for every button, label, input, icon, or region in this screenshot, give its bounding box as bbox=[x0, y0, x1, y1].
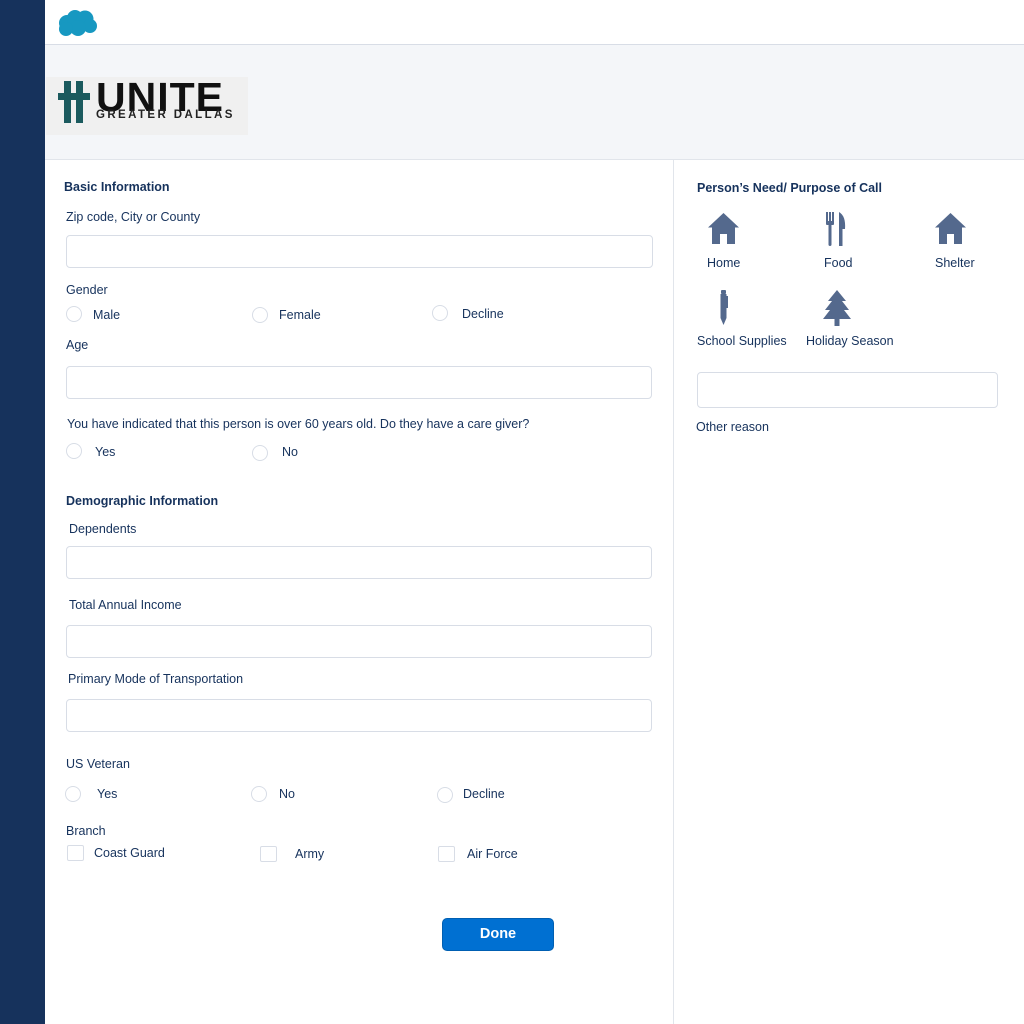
tree-icon[interactable] bbox=[822, 290, 852, 327]
branch-air-force-label: Air Force bbox=[467, 847, 518, 861]
top-bar bbox=[45, 0, 1024, 45]
veteran-decline-label: Decline bbox=[463, 787, 505, 801]
caregiver-question: You have indicated that this person is o… bbox=[67, 417, 530, 431]
gender-female-label: Female bbox=[279, 308, 321, 322]
branch-army-label: Army bbox=[295, 847, 325, 861]
salesforce-cloud-logo[interactable] bbox=[56, 9, 98, 39]
income-input[interactable] bbox=[66, 625, 652, 658]
branch-air-force-checkbox[interactable] bbox=[438, 846, 455, 862]
caregiver-no-radio[interactable] bbox=[252, 445, 268, 461]
fork-knife-icon[interactable] bbox=[825, 211, 847, 247]
brand-logo: UNITE GREATER DALLAS bbox=[46, 75, 248, 135]
branch-coast-guard-checkbox[interactable] bbox=[67, 845, 84, 861]
dependents-label: Dependents bbox=[69, 522, 137, 536]
dependents-input[interactable] bbox=[66, 546, 652, 579]
brand-subtitle: GREATER DALLAS bbox=[96, 109, 235, 121]
transportation-input[interactable] bbox=[66, 699, 652, 732]
need-home-label[interactable]: Home bbox=[707, 256, 740, 270]
caregiver-yes-radio[interactable] bbox=[66, 443, 82, 459]
need-food-label[interactable]: Food bbox=[824, 256, 853, 270]
gender-decline-label: Decline bbox=[462, 307, 504, 321]
cross-mark-icon bbox=[58, 81, 90, 123]
gender-female-radio[interactable] bbox=[252, 307, 268, 323]
age-label: Age bbox=[66, 338, 89, 352]
caregiver-yes-label: Yes bbox=[95, 445, 116, 459]
age-input[interactable] bbox=[66, 366, 652, 399]
done-button[interactable]: Done bbox=[442, 918, 554, 951]
gender-male-label: Male bbox=[93, 308, 121, 322]
gender-male-radio[interactable] bbox=[66, 306, 82, 322]
veteran-no-label: No bbox=[279, 787, 295, 801]
home-icon[interactable] bbox=[707, 212, 740, 245]
need-shelter-label[interactable]: Shelter bbox=[935, 256, 975, 270]
branch-army-checkbox[interactable] bbox=[260, 846, 277, 862]
home-icon[interactable] bbox=[934, 212, 967, 245]
gender-decline-radio[interactable] bbox=[432, 305, 448, 321]
pen-icon[interactable] bbox=[718, 290, 730, 326]
veteran-no-radio[interactable] bbox=[251, 786, 267, 802]
veteran-yes-label: Yes bbox=[97, 787, 118, 801]
basic-info-title: Basic Information bbox=[64, 180, 170, 194]
app-side-rail bbox=[0, 0, 45, 1024]
income-label: Total Annual Income bbox=[69, 598, 182, 612]
demographic-info-title: Demographic Information bbox=[66, 494, 219, 508]
other-reason-label: Other reason bbox=[696, 420, 769, 434]
need-school-supplies-label[interactable]: School Supplies bbox=[697, 334, 787, 348]
need-holiday-season-label[interactable]: Holiday Season bbox=[806, 334, 894, 348]
branch-label: Branch bbox=[66, 824, 106, 838]
veteran-yes-radio[interactable] bbox=[65, 786, 81, 802]
zip-label: Zip code, City or County bbox=[66, 210, 201, 224]
header-banner: UNITE GREATER DALLAS bbox=[45, 45, 1024, 160]
gender-label: Gender bbox=[66, 283, 108, 297]
veteran-label: US Veteran bbox=[66, 757, 130, 771]
needs-title: Person’s Need/ Purpose of Call bbox=[697, 181, 883, 195]
caregiver-no-label: No bbox=[282, 445, 298, 459]
branch-coast-guard-label: Coast Guard bbox=[94, 846, 165, 860]
zip-input[interactable] bbox=[66, 235, 653, 268]
other-reason-input[interactable] bbox=[697, 372, 998, 408]
veteran-decline-radio[interactable] bbox=[437, 787, 453, 803]
column-divider bbox=[673, 160, 674, 1024]
transportation-label: Primary Mode of Transportation bbox=[68, 672, 244, 686]
